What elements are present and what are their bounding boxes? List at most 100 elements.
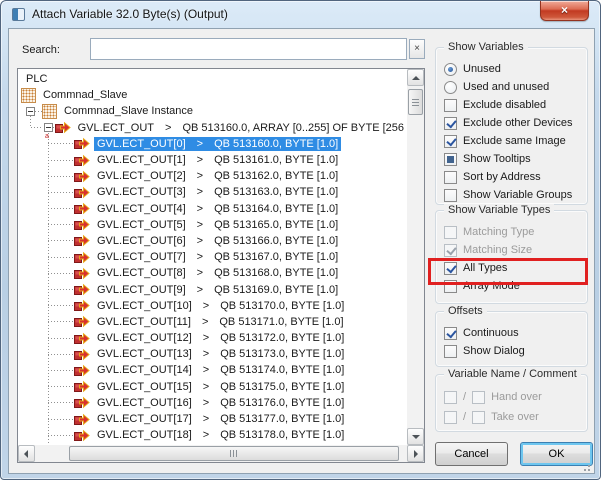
tree-row[interactable]: GVL.ECT_OUT[9]>QB 513169.0, BYTE [1.0] xyxy=(18,281,407,297)
tree-row[interactable]: GVL.ECT_OUT[0]>QB 513160.0, BYTE [1.0] xyxy=(18,136,407,152)
tree-row[interactable]: GVL.ECT_OUT[18]>QB 513178.0, BYTE [1.0] xyxy=(18,427,407,443)
tree-row[interactable]: GVL.ECT_OUT[6]>QB 513166.0, BYTE [1.0] xyxy=(18,233,407,249)
scroll-right-button[interactable] xyxy=(407,445,424,462)
tree-connector xyxy=(48,419,74,420)
group-offsets: Offsets Continuous Show Dialog xyxy=(435,311,588,367)
checkbox-icon[interactable] xyxy=(444,153,457,166)
tree-connector-line xyxy=(31,127,43,128)
scroll-up-button[interactable] xyxy=(407,69,424,86)
checkbox-matching-size: Matching Size xyxy=(444,241,587,259)
checkbox-icon[interactable] xyxy=(444,327,457,340)
output-variable-icon xyxy=(74,364,90,377)
output-variable-icon xyxy=(74,413,90,426)
output-variable-icon xyxy=(74,154,90,167)
checkbox-hand-over: / Hand over xyxy=(444,387,587,407)
checkbox-icon[interactable] xyxy=(444,345,457,358)
vertical-scroll-thumb[interactable] xyxy=(408,89,423,115)
tree-row[interactable]: GVL.ECT_OUT[13]>QB 513173.0, BYTE [1.0] xyxy=(18,346,407,362)
tree-row[interactable]: GVL.ECT_OUT[5]>QB 513165.0, BYTE [1.0] xyxy=(18,217,407,233)
search-clear-button[interactable]: × xyxy=(409,39,425,59)
checkbox-icon xyxy=(444,411,457,424)
tree-connector xyxy=(48,208,74,209)
tree-row[interactable]: GVL.ECT_OUT[8]>QB 513168.0, BYTE [1.0] xyxy=(18,265,407,281)
checkbox-icon[interactable] xyxy=(444,262,457,275)
tree-connector xyxy=(48,289,74,290)
group-show-variables: Show Variables Unused Used and unused Ex… xyxy=(435,47,588,205)
vertical-scrollbar[interactable] xyxy=(407,69,424,445)
resize-grip[interactable] xyxy=(580,461,590,471)
radio-used-and-unused[interactable]: Used and unused xyxy=(444,78,587,96)
search-input[interactable] xyxy=(90,38,407,60)
tree-row[interactable]: GVL.ECT_OUT[14]>QB 513174.0, BYTE [1.0] xyxy=(18,362,407,378)
checkbox-icon[interactable] xyxy=(444,189,457,202)
checkbox-icon xyxy=(444,226,457,239)
tree-row[interactable]: GVL.ECT_OUT[12]>QB 513172.0, BYTE [1.0] xyxy=(18,330,407,346)
tree-row[interactable]: GVL.ECT_OUT[11]>QB 513171.0, BYTE [1.0] xyxy=(18,314,407,330)
collapse-toggle-icon[interactable] xyxy=(26,107,35,116)
tree-row[interactable]: GVL.ECT_OUT[2]>QB 513162.0, BYTE [1.0] xyxy=(18,168,407,184)
checkbox-icon[interactable] xyxy=(444,99,457,112)
tree-connector xyxy=(48,273,74,274)
tree-node-plc[interactable]: PLC xyxy=(18,71,407,87)
checkbox-icon xyxy=(444,244,457,257)
group-variable-name-comment: Variable Name / Comment / Hand over / Ta… xyxy=(435,374,588,432)
checkbox-icon[interactable] xyxy=(444,135,457,148)
collapse-toggle-icon[interactable]: a xyxy=(44,123,53,132)
checkbox-sort-by-address[interactable]: Sort by Address xyxy=(444,168,587,186)
checkbox-matching-type: Matching Type xyxy=(444,223,587,241)
radio-unused[interactable]: Unused xyxy=(444,60,587,78)
title-bar[interactable]: Attach Variable 32.0 Byte(s) (Output) × xyxy=(1,1,600,28)
tree-connector xyxy=(48,435,74,436)
scroll-left-button[interactable] xyxy=(18,445,35,462)
checkbox-all-types[interactable]: All Types xyxy=(444,259,587,277)
tree-row[interactable]: GVL.ECT_OUT[1]>QB 513161.0, BYTE [1.0] xyxy=(18,152,407,168)
arrow-left-icon xyxy=(24,450,28,458)
tree-row[interactable]: GVL.ECT_OUT[16]>QB 513176.0, BYTE [1.0] xyxy=(18,395,407,411)
group-show-variable-types: Show Variable Types Matching Type Matchi… xyxy=(435,210,588,304)
checkbox-show-variable-groups[interactable]: Show Variable Groups xyxy=(444,186,587,204)
tree-rows: PLC Commnad_Slave Commnad_Slave Instance… xyxy=(18,69,407,445)
checkbox-take-over: / Take over xyxy=(444,407,587,427)
horizontal-scrollbar[interactable] xyxy=(18,445,424,462)
checkbox-show-dialog[interactable]: Show Dialog xyxy=(444,342,587,360)
tree-connector xyxy=(48,224,74,225)
checkbox-icon xyxy=(444,391,457,404)
clear-icon: × xyxy=(414,43,420,54)
checkbox-exclude-same-image[interactable]: Exclude same Image xyxy=(444,132,587,150)
checkbox-icon[interactable] xyxy=(444,171,457,184)
tree-connector xyxy=(48,143,74,144)
checkbox-icon xyxy=(472,411,485,424)
checkbox-icon[interactable] xyxy=(444,117,457,130)
checkbox-icon[interactable] xyxy=(444,280,457,293)
output-variable-icon xyxy=(74,202,90,215)
tree-node-slave[interactable]: Commnad_Slave xyxy=(18,87,407,103)
dialog-title: Attach Variable 32.0 Byte(s) (Output) xyxy=(32,7,228,21)
tree-node-instance[interactable]: Commnad_Slave Instance xyxy=(18,103,407,119)
scroll-down-button[interactable] xyxy=(407,428,424,445)
tree-row[interactable]: GVL.ECT_OUT[17]>QB 513177.0, BYTE [1.0] xyxy=(18,411,407,427)
checkbox-show-tooltips[interactable]: Show Tooltips xyxy=(444,150,587,168)
tree-row[interactable]: GVL.ECT_OUT[15]>QB 513175.0, BYTE [1.0] xyxy=(18,379,407,395)
module-icon xyxy=(42,104,57,119)
tree-node-gvl-ect-out[interactable]: a GVL.ECT_OUT>QB 513160.0, ARRAY [0..255… xyxy=(18,120,407,136)
checkbox-icon xyxy=(472,391,485,404)
radio-icon[interactable] xyxy=(444,63,457,76)
radio-icon[interactable] xyxy=(444,81,457,94)
horizontal-scroll-thumb[interactable] xyxy=(69,446,399,461)
checkbox-array-mode[interactable]: Array Mode xyxy=(444,277,587,295)
checkbox-exclude-disabled[interactable]: Exclude disabled xyxy=(444,96,587,114)
tree-row[interactable]: GVL.ECT_OUT[4]>QB 513164.0, BYTE [1.0] xyxy=(18,201,407,217)
output-variable-icon xyxy=(74,332,90,345)
close-button[interactable]: × xyxy=(540,1,589,21)
checkbox-continuous[interactable]: Continuous xyxy=(444,324,587,342)
tree-row[interactable]: GVL.ECT_OUT[10]>QB 513170.0, BYTE [1.0] xyxy=(18,298,407,314)
tree-connector xyxy=(48,370,74,371)
tree-row[interactable]: GVL.ECT_OUT[7]>QB 513167.0, BYTE [1.0] xyxy=(18,249,407,265)
output-variable-icon xyxy=(74,380,90,393)
checkbox-exclude-other-devices[interactable]: Exclude other Devices xyxy=(444,114,587,132)
tree-connector xyxy=(48,305,74,306)
tree-connector xyxy=(48,176,74,177)
output-variable-icon xyxy=(74,299,90,312)
tree-row[interactable]: GVL.ECT_OUT[3]>QB 513163.0, BYTE [1.0] xyxy=(18,184,407,200)
cancel-button[interactable]: Cancel xyxy=(435,442,508,466)
